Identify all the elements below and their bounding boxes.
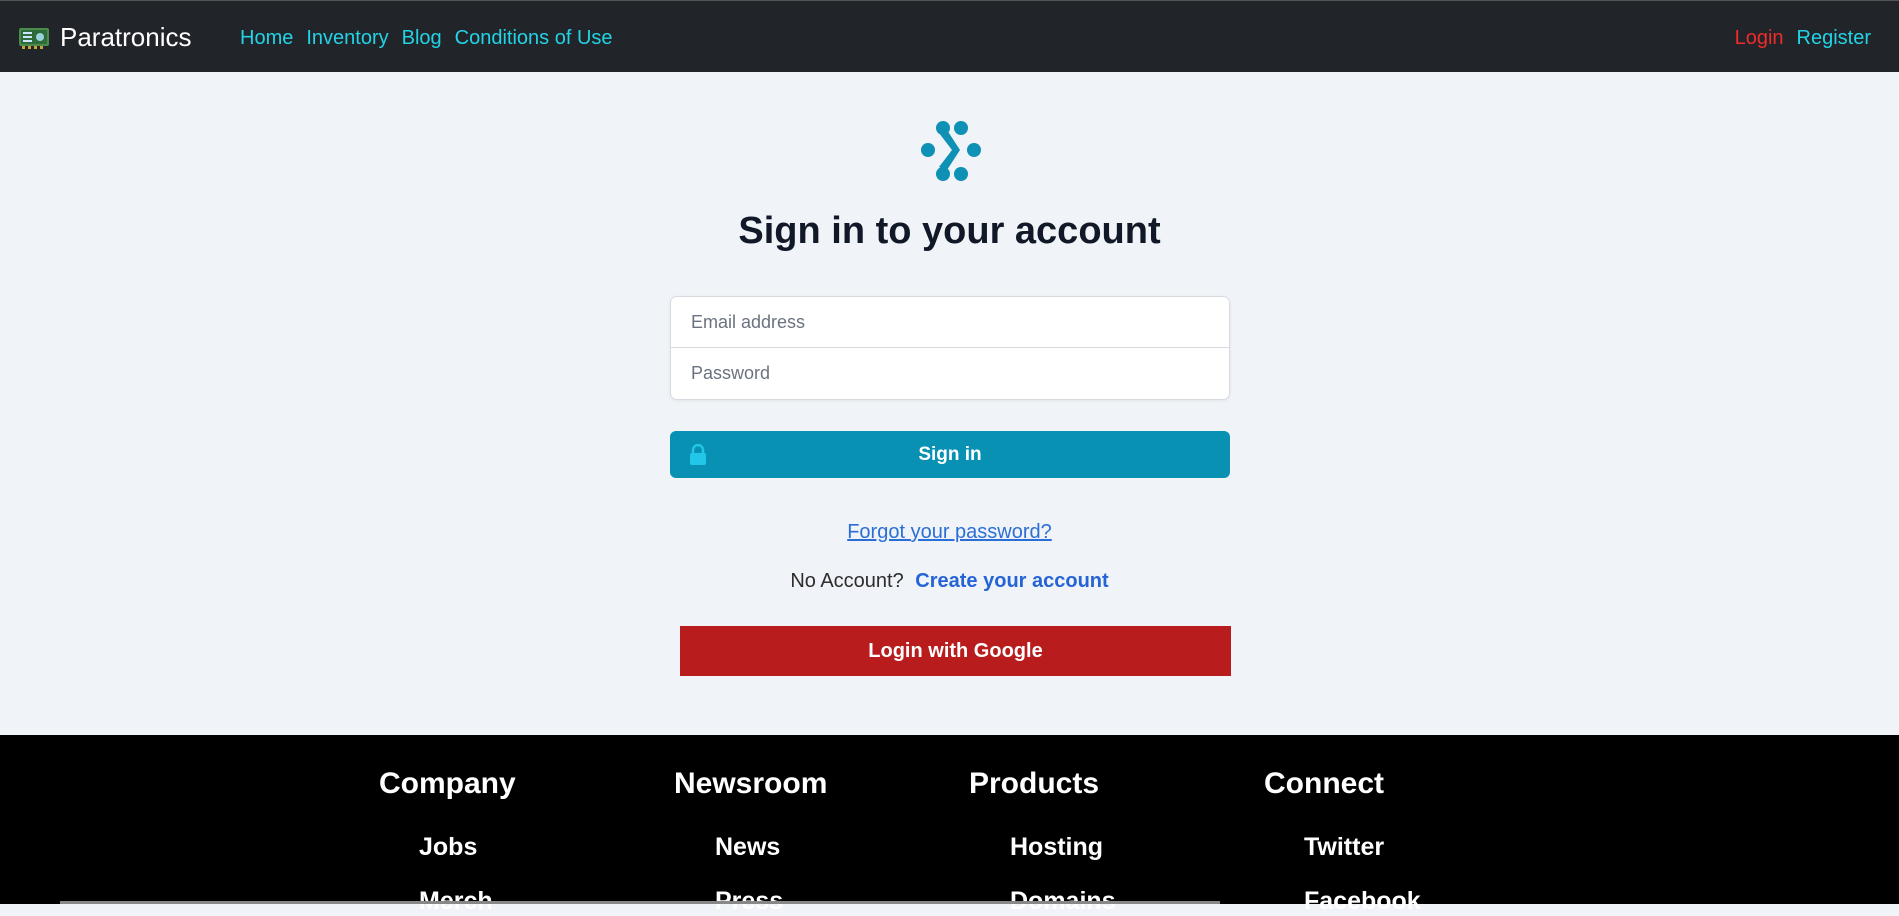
footer-column-company: Company Jobs Merch [379, 767, 516, 915]
nav-link-blog[interactable]: Blog [402, 27, 442, 50]
password-field[interactable] [671, 348, 1229, 399]
signin-button[interactable]: Sign in [670, 431, 1230, 478]
circuit-board-icon [19, 28, 49, 49]
brand-name[interactable]: Paratronics [60, 22, 192, 53]
page-title: Sign in to your account [738, 210, 1161, 252]
email-field[interactable] [671, 297, 1229, 348]
nav-links: Home Inventory Blog Conditions of Use [240, 27, 626, 50]
lock-icon [690, 444, 706, 465]
nav-link-home[interactable]: Home [240, 27, 293, 50]
footer-column-newsroom: Newsroom News Press [674, 767, 828, 915]
no-account-row: No Account? Create your account [0, 570, 1899, 593]
brand[interactable]: Paratronics [18, 21, 192, 53]
forgot-password-link[interactable]: Forgot your password? [847, 521, 1052, 543]
forgot-password-row: Forgot your password? [0, 521, 1899, 544]
footer-link-hosting[interactable]: Hosting [1010, 833, 1103, 862]
google-login-button[interactable]: Login with Google [680, 626, 1231, 676]
nav-auth: Login Register [1735, 27, 1871, 50]
footer-link-twitter[interactable]: Twitter [1304, 833, 1384, 862]
footer-heading: Company [379, 767, 516, 800]
login-form [670, 296, 1230, 400]
google-login-label: Login with Google [868, 639, 1043, 662]
footer-link-news[interactable]: News [715, 833, 780, 862]
logo-icon [921, 121, 981, 181]
footer-heading: Connect [1264, 767, 1384, 800]
footer-link-jobs[interactable]: Jobs [419, 833, 477, 862]
no-account-text: No Account? [790, 570, 904, 592]
footer: Company Jobs Merch Newsroom News Press P… [0, 735, 1899, 915]
create-account-link[interactable]: Create your account [915, 570, 1108, 592]
footer-column-products: Products Hosting Domains [969, 767, 1116, 915]
nav-link-conditions[interactable]: Conditions of Use [455, 27, 613, 50]
footer-heading: Newsroom [674, 767, 828, 800]
nav-link-inventory[interactable]: Inventory [306, 27, 388, 50]
nav-login-link[interactable]: Login [1735, 27, 1784, 50]
signin-label: Sign in [918, 443, 982, 465]
footer-link-facebook[interactable]: Facebook [1304, 887, 1421, 916]
nav-register-link[interactable]: Register [1797, 27, 1871, 50]
footer-column-connect: Connect Twitter Facebook [1264, 767, 1421, 915]
footer-heading: Products [969, 767, 1100, 800]
navbar: Paratronics Home Inventory Blog Conditio… [0, 0, 1899, 72]
